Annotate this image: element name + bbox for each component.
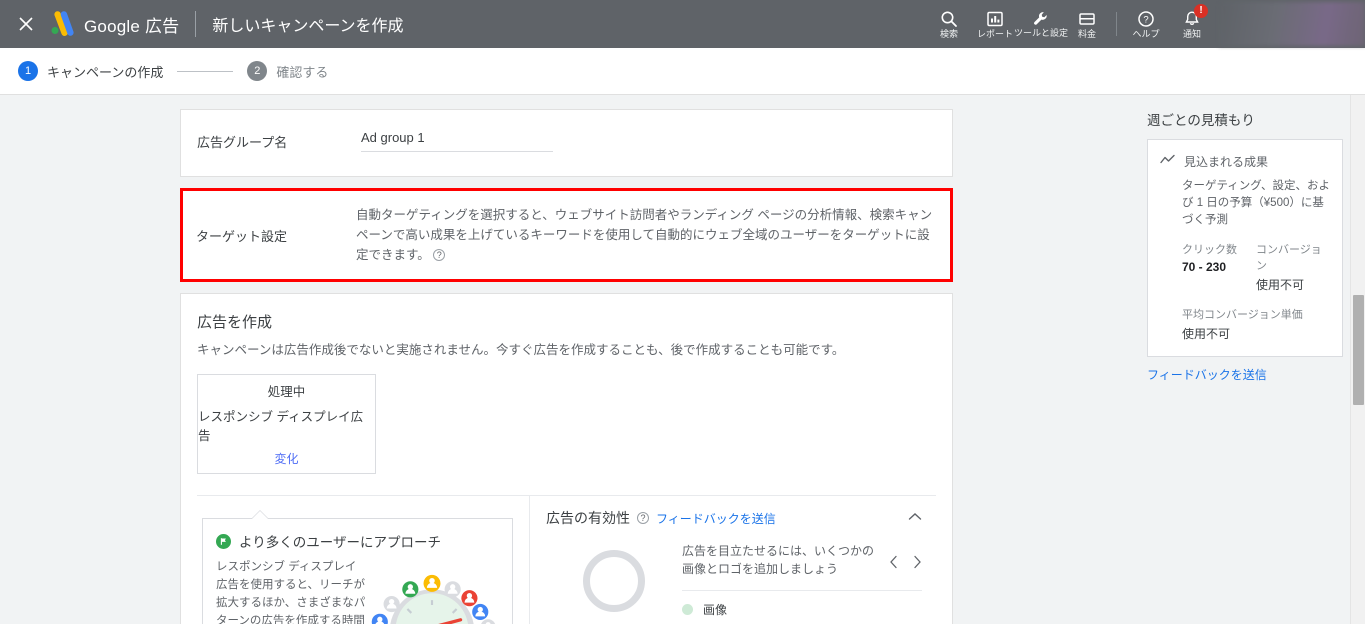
trend-line-icon bbox=[1160, 152, 1175, 170]
metric-avg-cpa: 平均コンバージョン単価 使用不可 bbox=[1160, 306, 1330, 342]
ad-strength-score: 未完了 bbox=[546, 540, 682, 624]
create-ad-card: 広告を作成 キャンペーンは広告作成後でないと実施されません。今すぐ広告を作成する… bbox=[180, 293, 953, 624]
audience-gauge-illustration bbox=[368, 570, 496, 624]
header-billing-button[interactable]: 料金 bbox=[1064, 0, 1110, 48]
ad-tile[interactable]: 処理中 レスポンシブ ディスプレイ広告 変化 bbox=[197, 374, 376, 474]
google-ads-logo-icon bbox=[51, 11, 74, 36]
header-reports-button[interactable]: レポート bbox=[972, 0, 1018, 48]
step-2-label: 確認する bbox=[276, 64, 329, 80]
estimates-card-heading: 見込まれる成果 bbox=[1184, 154, 1269, 169]
create-ad-subtitle: キャンペーンは広告作成後でないと実施されません。今すぐ広告を作成することも、後で… bbox=[197, 343, 845, 357]
ad-tile-type: レスポンシブ ディスプレイ広告 bbox=[198, 410, 364, 443]
header-help-button[interactable]: ? ヘルプ bbox=[1123, 0, 1169, 48]
metric-avg-cpa-label: 平均コンバージョン単価 bbox=[1182, 309, 1303, 321]
promo-pane: より多くのユーザーにアプローチ レスポンシブ ディスプレイ広告を使用すると、リー… bbox=[197, 496, 529, 624]
step-1-number: 1 bbox=[18, 61, 38, 81]
estimates-metrics: クリック数 70 - 230 コンバージョン 使用不可 bbox=[1160, 241, 1330, 293]
chevron-up-icon[interactable] bbox=[908, 509, 922, 524]
chevron-right-icon[interactable] bbox=[913, 555, 922, 572]
ad-strength-details: 広告を目立たせるには、いくつかの画像とロゴを追加しましょう 画像 bbox=[682, 540, 922, 624]
help-circle-icon[interactable]: ? bbox=[433, 249, 446, 261]
reports-icon bbox=[986, 10, 1004, 28]
estimates-sidebar: 週ごとの見積もり 見込まれる成果 ターゲティング、設定、および 1 日の予算（¥… bbox=[1133, 95, 1355, 624]
ad-preview-split: より多くのユーザーにアプローチ レスポンシブ ディスプレイ広告を使用すると、リー… bbox=[197, 495, 936, 624]
ad-group-name-input[interactable] bbox=[361, 128, 553, 152]
chevron-left-icon[interactable] bbox=[889, 555, 898, 572]
header-actions-divider bbox=[1116, 12, 1117, 36]
metric-conversions: コンバージョン 使用不可 bbox=[1256, 241, 1330, 293]
help-icon: ? bbox=[1137, 10, 1155, 28]
tools-icon bbox=[1032, 10, 1050, 28]
flag-icon bbox=[216, 533, 231, 549]
metric-clicks-label: クリック数 bbox=[1182, 244, 1237, 256]
targeting-description-wrap: 自動ターゲティングを選択すると、ウェブサイト訪問者やランディング ページの分析情… bbox=[356, 205, 934, 265]
promo-card: より多くのユーザーにアプローチ レスポンシブ ディスプレイ広告を使用すると、リー… bbox=[202, 510, 513, 624]
header-search-button[interactable]: 検索 bbox=[926, 0, 972, 48]
header-actions: 検索 レポート ツールと設定 料金 ? ヘルプ ! 通知 bbox=[926, 0, 1365, 48]
header-billing-label: 料金 bbox=[1077, 28, 1096, 39]
targeting-card: ターゲット設定 自動ターゲティングを選択すると、ウェブサイト訪問者やランディング… bbox=[180, 188, 953, 282]
page-body: 広告グループ名 ターゲット設定 自動ターゲティングを選択すると、ウェブサイト訪問… bbox=[0, 95, 1365, 624]
stepper-step-create-campaign[interactable]: 1 キャンペーンの作成 bbox=[18, 61, 163, 81]
stepper-step-review[interactable]: 2 確認する bbox=[247, 61, 328, 81]
metric-conversions-label: コンバージョン bbox=[1256, 244, 1322, 272]
metric-conversions-value: 使用不可 bbox=[1256, 278, 1305, 292]
notifications-badge: ! bbox=[1194, 4, 1208, 18]
account-avatar[interactable] bbox=[1219, 2, 1365, 46]
ad-strength-body: 未完了 広告を目立たせるには、いくつかの画像とロゴを追加しましょう bbox=[546, 540, 922, 624]
close-glyph bbox=[19, 17, 33, 31]
brand-label: Google 広告 bbox=[84, 16, 180, 36]
search-icon bbox=[940, 10, 958, 28]
promo-title: より多くのユーザーにアプローチ bbox=[239, 535, 441, 550]
sidebar-title: 週ごとの見積もり bbox=[1147, 113, 1255, 128]
header-reports-label: レポート bbox=[976, 28, 1013, 39]
billing-icon bbox=[1078, 10, 1096, 28]
ad-tile-status: 処理中 bbox=[267, 385, 306, 399]
header-tools-button[interactable]: ツールと設定 bbox=[1014, 0, 1068, 48]
list-item[interactable]: 画像 bbox=[682, 601, 922, 618]
scrollbar-thumb[interactable] bbox=[1353, 295, 1364, 405]
ad-strength-divider bbox=[682, 590, 922, 591]
estimates-note: ターゲティング、設定、および 1 日の予算（¥500）に基づく予測 bbox=[1182, 180, 1331, 226]
header-search-label: 検索 bbox=[939, 28, 958, 39]
ad-strength-pane: 広告の有効性 ? フィードバックを送信 未完了 bbox=[529, 496, 936, 624]
ad-strength-header: 広告の有効性 ? フィードバックを送信 bbox=[546, 508, 922, 528]
step-2-number: 2 bbox=[247, 61, 268, 81]
campaign-stepper: 1 キャンペーンの作成 2 確認する bbox=[0, 48, 1365, 95]
main-column: 広告グループ名 ターゲット設定 自動ターゲティングを選択すると、ウェブサイト訪問… bbox=[0, 95, 1133, 624]
page-title: 新しいキャンペーンを作成 bbox=[212, 18, 404, 35]
sidebar-feedback-link[interactable]: フィードバックを送信 bbox=[1147, 366, 1267, 383]
ad-strength-tip: 広告を目立たせるには、いくつかの画像とロゴを追加しましょう bbox=[682, 544, 875, 576]
header-notifications-label: 通知 bbox=[1182, 28, 1201, 39]
ad-strength-title: 広告の有効性 bbox=[546, 510, 630, 526]
header-divider bbox=[195, 11, 197, 37]
metric-clicks-value: 70 - 230 bbox=[1182, 260, 1227, 274]
status-dot-icon bbox=[682, 604, 693, 615]
header-help-label: ヘルプ bbox=[1132, 28, 1160, 39]
metric-clicks: クリック数 70 - 230 bbox=[1182, 241, 1256, 293]
ad-tile-change-link[interactable]: 変化 bbox=[274, 450, 298, 467]
promo-text: レスポンシブ ディスプレイ広告を使用すると、リーチが拡大するほか、さまざまなパタ… bbox=[216, 561, 366, 624]
header-notifications-button[interactable]: ! 通知 bbox=[1169, 0, 1215, 48]
app-header: Google 広告 新しいキャンペーンを作成 検索 レポート ツールと設定 料金… bbox=[0, 0, 1365, 48]
step-1-label: キャンペーンの作成 bbox=[47, 64, 164, 80]
ad-group-name-label: 広告グループ名 bbox=[197, 135, 288, 150]
metric-avg-cpa-value: 使用不可 bbox=[1182, 327, 1231, 341]
ad-group-name-card: 広告グループ名 bbox=[180, 109, 953, 177]
estimates-card: 見込まれる成果 ターゲティング、設定、および 1 日の予算（¥500）に基づく予… bbox=[1147, 139, 1343, 357]
ad-strength-feedback-link[interactable]: フィードバックを送信 bbox=[656, 510, 776, 527]
svg-text:?: ? bbox=[1143, 14, 1148, 25]
stepper-connector bbox=[177, 70, 234, 72]
page-scrollbar[interactable] bbox=[1350, 95, 1365, 624]
close-icon[interactable] bbox=[6, 0, 46, 48]
targeting-label: ターゲット設定 bbox=[196, 228, 288, 244]
ad-strength-ring bbox=[583, 550, 645, 612]
create-ad-title: 広告を作成 bbox=[197, 314, 273, 331]
header-tools-label: ツールと設定 bbox=[1014, 28, 1069, 38]
help-circle-icon[interactable]: ? bbox=[637, 512, 649, 524]
checklist-label: 画像 bbox=[703, 603, 728, 617]
